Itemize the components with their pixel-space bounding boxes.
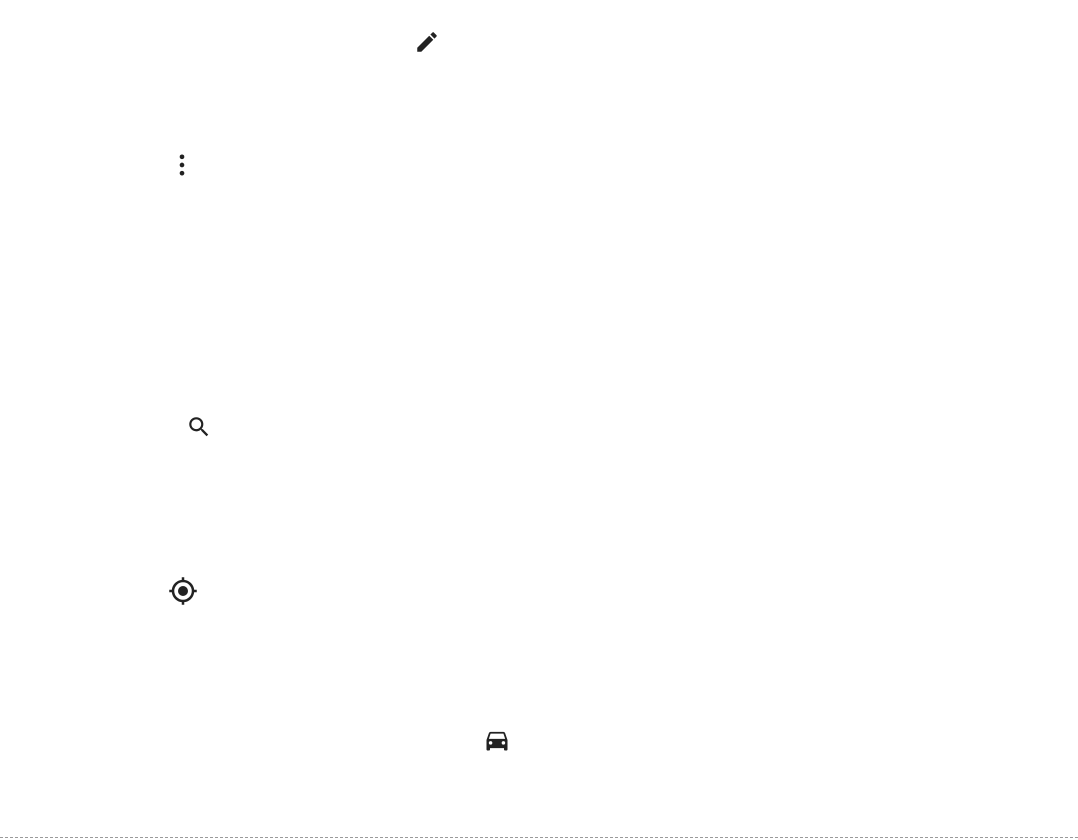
driving-mode-button[interactable] [481,724,513,756]
my-location-icon [168,576,198,606]
more-options-button[interactable] [166,149,198,181]
search-icon [186,414,212,440]
pencil-icon [414,29,440,55]
search-button[interactable] [183,411,215,443]
car-icon [483,726,511,754]
edit-button[interactable] [411,26,443,58]
more-vertical-icon [168,151,196,179]
bottom-divider [0,837,1078,838]
my-location-button[interactable] [167,575,199,607]
